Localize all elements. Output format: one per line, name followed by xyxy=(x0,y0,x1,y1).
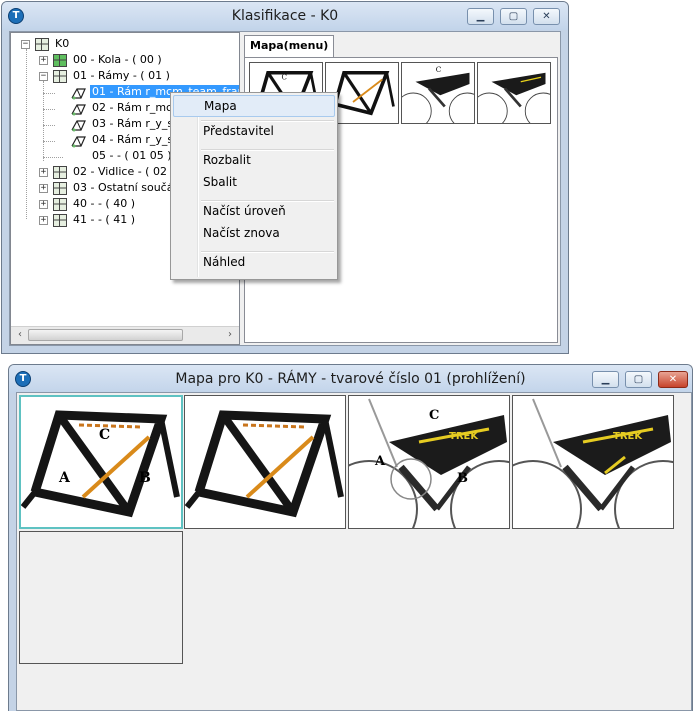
bike-frame-icon xyxy=(71,88,86,100)
tree-item-label: 00 - Kola - ( 00 ) xyxy=(73,53,162,66)
collapse-toggle-icon[interactable]: − xyxy=(21,40,30,49)
grid-root-icon xyxy=(35,38,49,51)
frame-thumbnail[interactable]: C xyxy=(401,62,475,124)
context-menu: Mapa Představitel Rozbalit Sbalit Načíst… xyxy=(170,92,338,280)
tree-item-label: 02 - Vidlice - ( 02 ) xyxy=(73,165,175,178)
menu-item-rozbalit[interactable]: Rozbalit xyxy=(173,153,335,175)
collapse-toggle-icon[interactable]: − xyxy=(39,72,48,81)
map-grid: C A B TREK C A B TREK xyxy=(16,392,692,711)
tree-item-label: 04 - Rám r_y_sl xyxy=(92,133,177,146)
tree-item-label: K0 xyxy=(55,37,70,50)
grid-icon xyxy=(53,198,67,211)
scroll-right-icon[interactable]: › xyxy=(223,329,237,341)
grid-icon xyxy=(53,214,67,227)
frame-thumbnail-giant-labeled[interactable]: C A B xyxy=(19,395,183,529)
frame-thumbnail-giant[interactable] xyxy=(184,395,346,529)
close-button[interactable]: ✕ xyxy=(533,8,560,25)
grid-green-icon xyxy=(53,54,67,67)
tree-item-label: 05 - - ( 01 05 ) xyxy=(92,149,172,162)
expand-toggle-icon[interactable]: + xyxy=(39,56,48,65)
menu-separator xyxy=(201,149,334,151)
expand-toggle-icon[interactable]: + xyxy=(39,184,48,193)
menu-separator xyxy=(201,120,334,122)
frame-thumbnail-trek[interactable]: TREK xyxy=(512,395,674,529)
menu-item-mapa[interactable]: Mapa xyxy=(173,95,335,117)
svg-text:C: C xyxy=(436,65,442,74)
menu-separator xyxy=(201,251,334,253)
tree-item-label: 41 - - ( 41 ) xyxy=(73,213,135,226)
menu-item-predstavitel[interactable]: Představitel xyxy=(173,124,335,146)
svg-text:C: C xyxy=(282,73,288,82)
bike-frame-trek-image: TREK xyxy=(513,398,673,528)
grid-icon xyxy=(53,166,67,179)
frame-thumbnail-trek-labeled[interactable]: TREK C A B xyxy=(348,395,510,529)
empty-thumbnail-slot[interactable] xyxy=(19,531,183,664)
tree-item-kola[interactable]: + 00 - Kola - ( 00 ) xyxy=(11,53,239,69)
tree-item-label: 03 - Rám r_y_sl xyxy=(92,117,177,130)
brand-mark: TREK xyxy=(613,431,643,442)
horizontal-scrollbar[interactable]: ‹ › xyxy=(11,326,239,344)
bike-frame-icon xyxy=(71,120,86,132)
tree-item-label: 01 - Rámy - ( 01 ) xyxy=(73,69,170,82)
title-bar[interactable]: T Mapa pro K0 - RÁMY - tvarové číslo 01 … xyxy=(9,365,692,393)
maximize-button[interactable]: ▢ xyxy=(625,371,652,388)
expand-toggle-icon[interactable]: + xyxy=(39,216,48,225)
frame-thumbnail[interactable] xyxy=(477,62,551,124)
bike-frame-trek-image xyxy=(478,72,550,123)
maximize-button[interactable]: ▢ xyxy=(500,8,527,25)
frame-label-a: A xyxy=(374,454,386,469)
window-title: Mapa pro K0 - RÁMY - tvarové číslo 01 (p… xyxy=(175,371,526,387)
bike-frame-icon xyxy=(71,136,86,148)
brand-mark: TREK xyxy=(449,431,479,442)
bike-frame-trek-labeled-image: TREK C A B xyxy=(349,398,509,528)
grid-icon xyxy=(53,182,67,195)
frame-label-c: C xyxy=(99,427,110,443)
frame-label-b: B xyxy=(139,470,151,486)
bike-frame-giant-labeled-image: C A B xyxy=(21,410,180,518)
close-button[interactable]: ✕ xyxy=(658,371,688,388)
tree-item-k0[interactable]: − K0 xyxy=(11,37,239,53)
expand-toggle-icon[interactable]: + xyxy=(39,200,48,209)
bike-frame-giant-image xyxy=(185,410,344,518)
menu-item-nacist-znova[interactable]: Načíst znova xyxy=(173,226,335,248)
frame-label-a: A xyxy=(58,470,71,486)
menu-item-nacist-uroven[interactable]: Načíst úroveň xyxy=(173,204,335,226)
minimize-button[interactable]: ▁ xyxy=(592,371,619,388)
minimize-button[interactable]: ▁ xyxy=(467,8,494,25)
tree-item-label: 40 - - ( 40 ) xyxy=(73,197,135,210)
menu-separator xyxy=(201,200,334,202)
scroll-left-icon[interactable]: ‹ xyxy=(13,329,27,341)
expand-toggle-icon[interactable]: + xyxy=(39,168,48,177)
frame-label-c: C xyxy=(429,408,439,423)
scrollbar-thumb[interactable] xyxy=(28,329,183,341)
bike-frame-icon xyxy=(71,104,86,116)
frame-label-b: B xyxy=(457,471,468,486)
title-bar[interactable]: T Klasifikace - K0 ▁ ▢ ✕ xyxy=(2,2,568,30)
grid-icon xyxy=(53,70,67,83)
map-window: T Mapa pro K0 - RÁMY - tvarové číslo 01 … xyxy=(8,364,693,711)
menu-item-sbalit[interactable]: Sbalit xyxy=(173,175,335,197)
tab-mapa-menu[interactable]: Mapa(menu) xyxy=(244,35,335,57)
menu-item-nahled[interactable]: Náhled xyxy=(173,255,335,277)
tree-item-label: 03 - Ostatní součás xyxy=(73,181,180,194)
tree-item-ramy[interactable]: − 01 - Rámy - ( 01 ) xyxy=(11,69,239,85)
bike-frame-trek-labeled-image: C xyxy=(402,65,474,123)
